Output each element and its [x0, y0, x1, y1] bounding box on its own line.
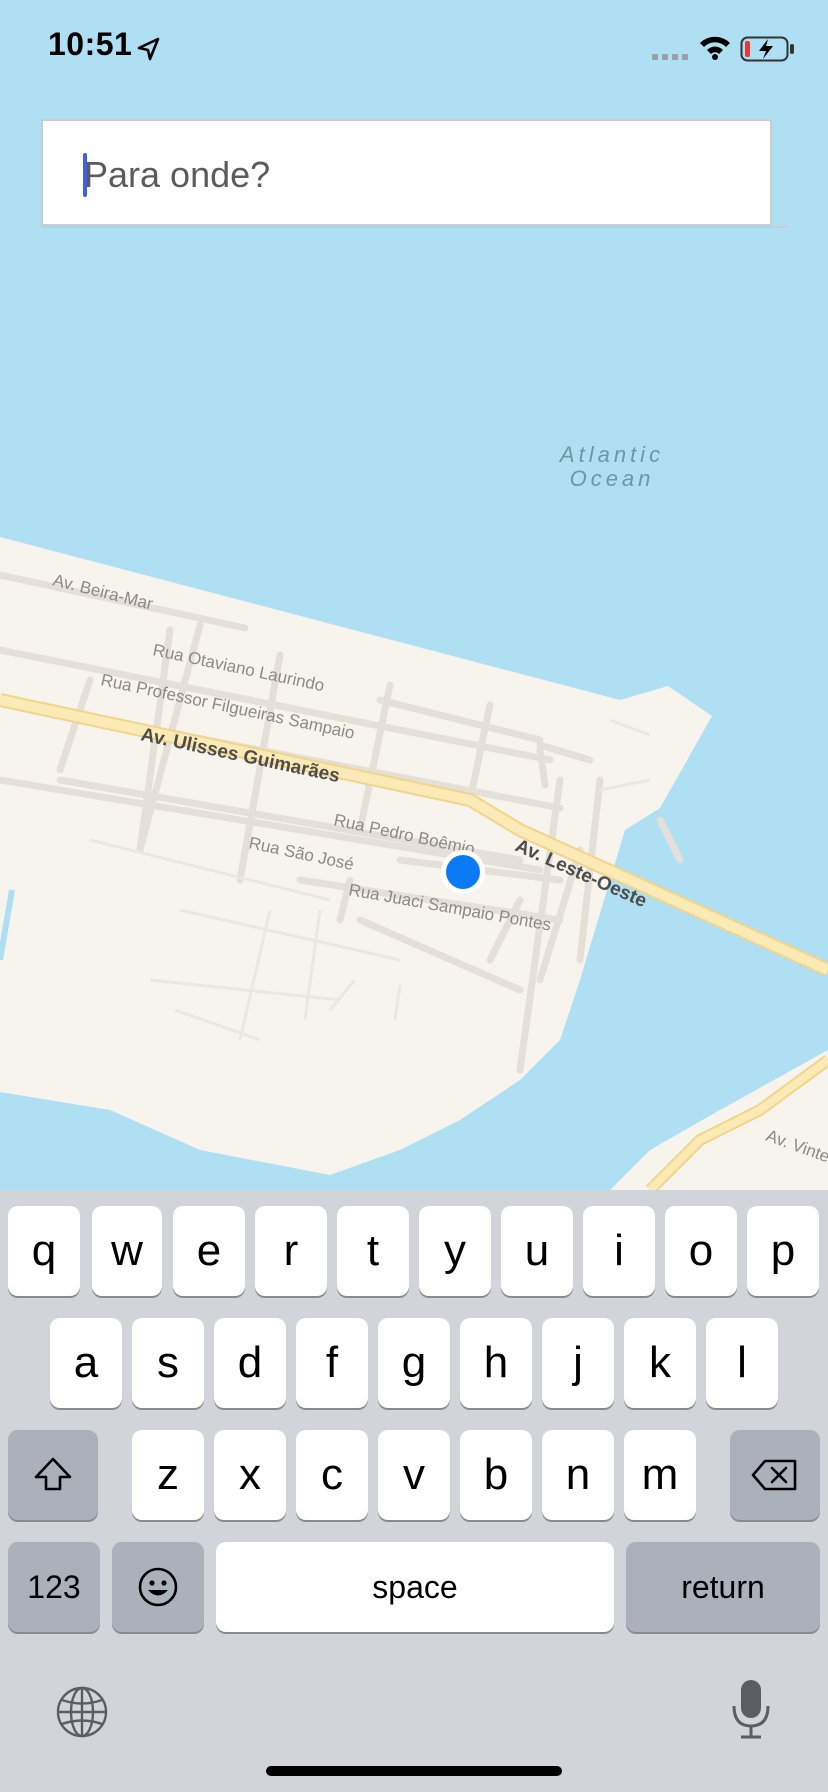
wifi-icon [700, 36, 730, 60]
key-t[interactable]: t [337, 1206, 409, 1296]
status-bar: 10:51 [0, 0, 828, 96]
home-indicator[interactable] [266, 1766, 562, 1776]
keyboard: q w e r t y u i o p a s d f g h j k l z … [0, 1190, 828, 1792]
ocean-label-line1: Atlantic [558, 442, 664, 467]
key-j[interactable]: j [542, 1318, 614, 1408]
key-e[interactable]: e [173, 1206, 245, 1296]
key-d[interactable]: d [214, 1318, 286, 1408]
key-m[interactable]: m [624, 1430, 696, 1520]
key-u[interactable]: u [501, 1206, 573, 1296]
key-x[interactable]: x [214, 1430, 286, 1520]
status-time: 10:51 [48, 26, 133, 62]
key-c[interactable]: c [296, 1430, 368, 1520]
delete-key[interactable] [730, 1430, 820, 1520]
key-a[interactable]: a [50, 1318, 122, 1408]
space-key[interactable]: space [216, 1542, 614, 1632]
key-i[interactable]: i [583, 1206, 655, 1296]
key-n[interactable]: n [542, 1430, 614, 1520]
key-p[interactable]: p [747, 1206, 819, 1296]
return-key[interactable]: return [626, 1542, 820, 1632]
key-q[interactable]: q [8, 1206, 80, 1296]
key-g[interactable]: g [378, 1318, 450, 1408]
key-k[interactable]: k [624, 1318, 696, 1408]
shift-key[interactable] [8, 1430, 98, 1520]
key-o[interactable]: o [665, 1206, 737, 1296]
ocean-label-line2: Ocean [570, 466, 655, 491]
numbers-key[interactable]: 123 [8, 1542, 100, 1632]
shift-icon [34, 1457, 72, 1491]
key-r[interactable]: r [255, 1206, 327, 1296]
key-y[interactable]: y [419, 1206, 491, 1296]
emoji-icon [138, 1567, 178, 1607]
destination-search-input[interactable]: Para onde? [41, 119, 772, 226]
microphone-icon[interactable] [730, 1678, 772, 1740]
cellular-signal-icon [652, 54, 688, 60]
emoji-key[interactable] [112, 1542, 204, 1632]
key-s[interactable]: s [132, 1318, 204, 1408]
battery-charging-icon [740, 36, 794, 62]
globe-icon[interactable] [55, 1685, 109, 1739]
search-underline [772, 226, 788, 228]
key-z[interactable]: z [132, 1430, 204, 1520]
key-b[interactable]: b [460, 1430, 532, 1520]
delete-icon [751, 1459, 797, 1491]
location-arrow-icon [137, 37, 160, 61]
key-v[interactable]: v [378, 1430, 450, 1520]
key-h[interactable]: h [460, 1318, 532, 1408]
search-placeholder: Para onde? [84, 154, 271, 195]
user-location-dot[interactable] [441, 850, 485, 894]
key-f[interactable]: f [296, 1318, 368, 1408]
key-w[interactable]: w [92, 1206, 162, 1296]
key-l[interactable]: l [706, 1318, 778, 1408]
